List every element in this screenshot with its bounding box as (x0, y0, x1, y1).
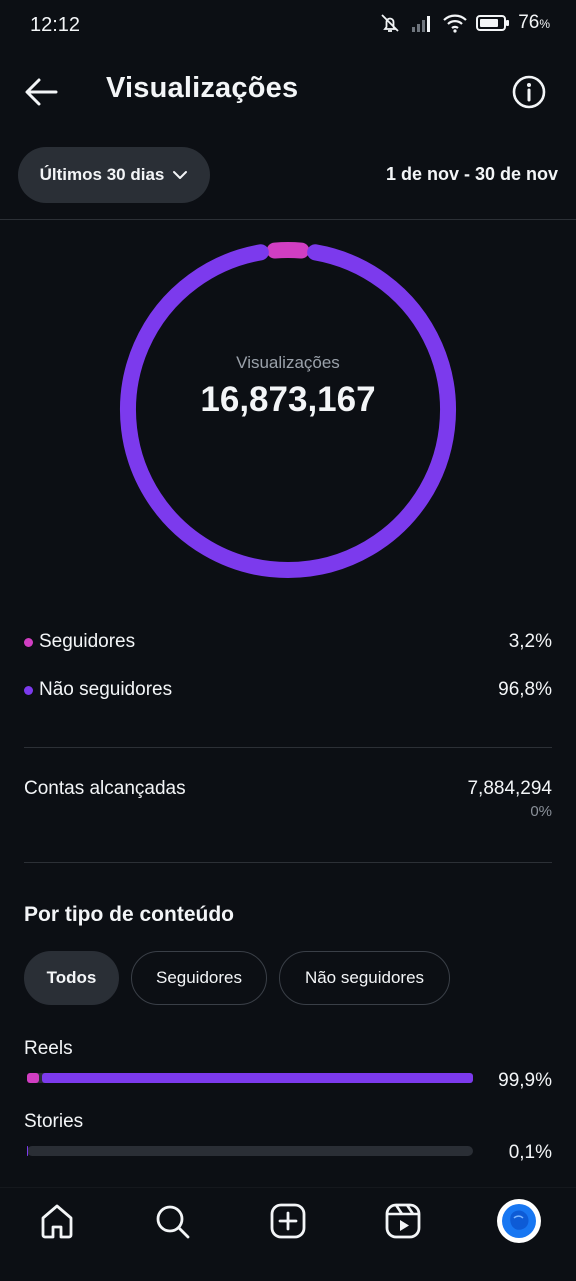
legend-value: 3,2% (509, 631, 552, 653)
type-pct-reels: 99,9% (498, 1070, 552, 1092)
home-icon[interactable] (37, 1201, 77, 1241)
wifi-icon (442, 13, 468, 33)
search-icon[interactable] (152, 1201, 192, 1241)
legend-value: 96,8% (498, 679, 552, 701)
status-icons: 76% (378, 12, 550, 34)
battery-icon (476, 14, 510, 32)
info-button[interactable] (511, 74, 547, 110)
reels-bar (27, 1073, 473, 1083)
type-label-stories: Stories (24, 1111, 83, 1133)
followers-dot (24, 638, 33, 647)
reels-icon[interactable] (383, 1201, 423, 1241)
type-label-reels: Reels (24, 1038, 73, 1060)
non-followers-dot (24, 686, 33, 695)
donut-total-value: 16,873,167 (0, 380, 576, 420)
legend-row-non-followers: Não seguidores 96,8% (24, 679, 552, 701)
tab-all[interactable]: Todos (24, 951, 119, 1005)
reach-value: 7,884,294 (467, 778, 552, 800)
tab-non-followers[interactable]: Não seguidores (279, 951, 450, 1005)
divider (24, 747, 552, 748)
create-icon[interactable] (268, 1201, 308, 1241)
legend-label: Seguidores (39, 631, 135, 653)
divider (0, 219, 576, 220)
page-title: Visualizações (106, 72, 298, 105)
info-icon (511, 74, 547, 110)
reels-followers-segment (27, 1073, 39, 1083)
section-title: Por tipo de conteúdo (24, 903, 234, 927)
legend-row-followers: Seguidores 3,2% (24, 631, 552, 653)
chevron-down-icon (172, 170, 188, 180)
divider (24, 862, 552, 863)
donut-segment-followers (275, 250, 302, 251)
donut-label: Visualizações (0, 353, 576, 373)
mute-icon (378, 12, 402, 34)
reach-label: Contas alcançadas (24, 778, 186, 800)
legend-label: Não seguidores (39, 679, 172, 701)
reach-change: 0% (530, 803, 552, 820)
reels-non-followers-segment (42, 1073, 473, 1083)
stories-bar (27, 1146, 473, 1156)
back-button[interactable] (22, 74, 62, 110)
date-range: 1 de nov - 30 de nov (386, 164, 558, 185)
avatar-image (501, 1203, 537, 1239)
back-arrow-icon (22, 74, 62, 110)
period-label: Últimos 30 dias (40, 165, 165, 185)
status-time: 12:12 (30, 14, 80, 37)
profile-avatar[interactable] (497, 1199, 541, 1243)
battery-percent: 76% (518, 12, 550, 34)
type-pct-stories: 0,1% (509, 1142, 552, 1164)
period-dropdown[interactable]: Últimos 30 dias (18, 147, 210, 203)
tab-followers[interactable]: Seguidores (131, 951, 267, 1005)
signal-icon (410, 13, 434, 33)
